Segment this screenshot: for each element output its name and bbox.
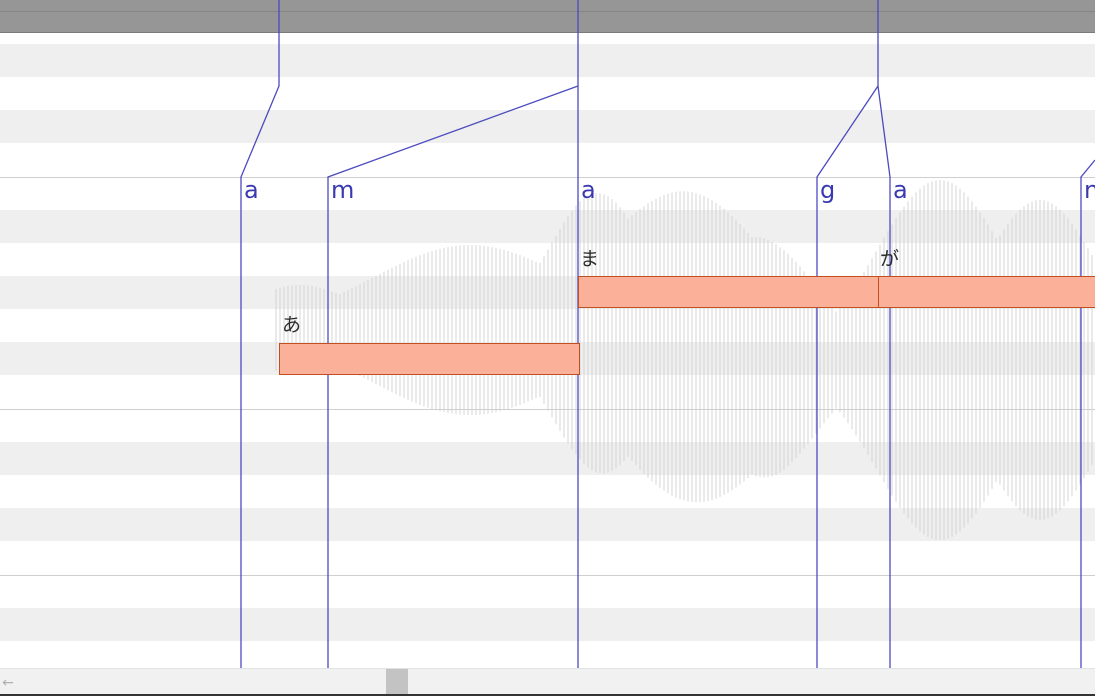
phoneme-label[interactable]: a	[244, 178, 259, 202]
phoneme-label[interactable]: g	[820, 178, 835, 202]
phoneme-label[interactable]: a	[581, 178, 596, 202]
note-block-ga[interactable]	[878, 276, 1095, 308]
note-block-a[interactable]	[279, 343, 580, 375]
note-lyric: ま	[580, 248, 600, 270]
phoneme-label[interactable]: n	[1084, 178, 1095, 202]
phoneme-label[interactable]: m	[331, 178, 354, 202]
phoneme-label[interactable]: a	[893, 178, 908, 202]
phoneme-boundary-a1	[240, 0, 280, 668]
scroll-left-arrow-icon[interactable]: ←	[0, 672, 16, 694]
note-lyric: あ	[282, 314, 302, 336]
note-lyric: が	[880, 248, 900, 270]
note-block-ma[interactable]	[578, 276, 880, 308]
scrollbar-thumb[interactable]	[386, 669, 408, 695]
phoneme-overlay	[240, 0, 1095, 668]
horizontal-scrollbar[interactable]: ←	[0, 668, 1095, 696]
piano-roll-editor[interactable]: a m a g a n あ ま が	[0, 0, 1095, 695]
